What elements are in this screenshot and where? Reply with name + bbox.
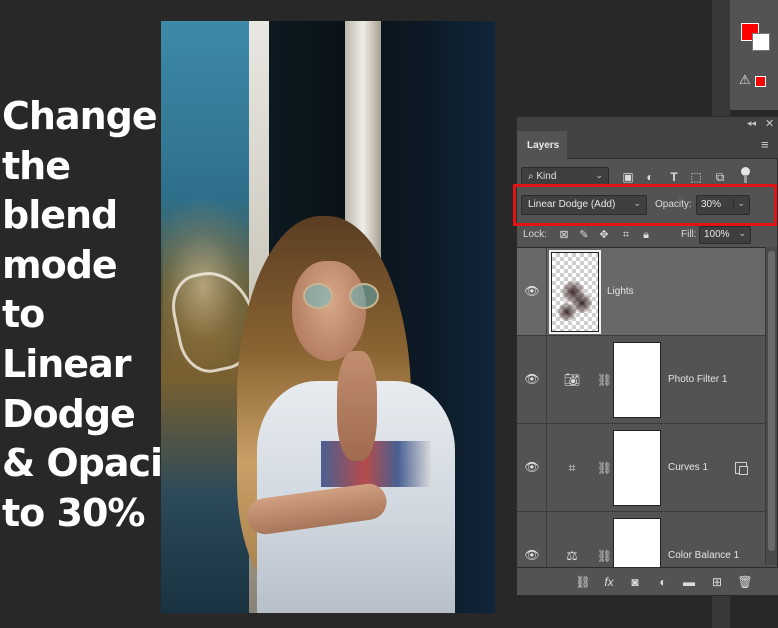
layer-mask-thumbnail[interactable] [613, 518, 661, 567]
chevron-down-icon: ⌄ [595, 170, 603, 180]
instruction-line: & Opacity [2, 441, 204, 486]
fill-input[interactable]: 100% ⌄ [699, 226, 751, 244]
instruction-line: Dodge [2, 391, 136, 436]
lock-label: Lock: [523, 229, 547, 240]
new-layer-icon[interactable]: ⊞ [709, 574, 725, 590]
color-panel [730, 0, 778, 110]
instruction-line: blend [2, 193, 118, 238]
clipping-mask-icon [735, 462, 748, 475]
layers-bottom-toolbar: ⛓︎ fx ◙ ◐ ▬ ⊞ 🗑︎ [517, 567, 778, 595]
layer-row-color-balance[interactable]: 👁︎ ⚖︎ ⛓︎ Color Balance 1 [517, 512, 765, 567]
opacity-label: Opacity: [655, 199, 692, 210]
visibility-cell[interactable]: 👁︎ [517, 424, 547, 512]
canvas-photo[interactable] [161, 21, 495, 613]
balance-icon: ⚖︎ [566, 548, 578, 563]
instruction-line: Change [2, 94, 158, 138]
layer-filter-row: ⌕ Kind ⌄ ▣ ◐ T ⬚ ⧉ [521, 167, 775, 187]
photo-glasses-right [349, 283, 379, 309]
layers-panel: ◂◂ ✕ Layers ≡ ⌕ Kind ⌄ ▣ ◐ T ⬚ ⧉ Linear … [516, 116, 778, 596]
link-layers-icon[interactable]: ⛓︎ [575, 574, 591, 590]
fill-value: 100% [704, 229, 730, 240]
background-color-swatch[interactable] [752, 33, 770, 51]
panel-tab-bar: Layers ≡ [517, 131, 778, 159]
chevron-down-icon: ⌄ [633, 198, 641, 208]
layer-row-curves[interactable]: 👁︎ ⌗ ⛓︎ Curves 1 [517, 424, 765, 512]
layer-thumbnail[interactable] [549, 250, 601, 334]
pixel-filter-icon[interactable]: ▣ [619, 168, 637, 186]
collapse-icon[interactable]: ◂◂ [747, 118, 756, 129]
fill-label: Fill: [681, 229, 697, 240]
lock-row: Lock: ⊠ ✎ ✥ ⌗ 🔒︎ Fill: 100% ⌄ [521, 225, 775, 244]
adjustment-filter-icon[interactable]: ◐ [641, 168, 659, 186]
eye-icon[interactable]: 👁︎ [524, 373, 540, 385]
chevron-down-icon[interactable]: ⌄ [733, 198, 745, 209]
fx-icon[interactable]: fx [601, 574, 617, 590]
photo-face [292, 261, 366, 361]
instruction-line: the [2, 143, 71, 188]
layer-name[interactable]: Curves 1 [668, 462, 708, 473]
lock-brush-icon[interactable]: ✎ [577, 228, 591, 242]
eye-icon[interactable]: 👁︎ [524, 549, 540, 561]
instruction-line: Linear [2, 341, 131, 386]
curves-icon: ⌗ [568, 460, 576, 475]
camera-filter-icon: 📷︎ [563, 372, 581, 387]
layer-list: 👁︎ Lights 👁︎ 📷︎ ⛓︎ Photo Filter 1 👁︎ ⌗ ⛓… [517, 247, 765, 567]
lock-transparency-icon[interactable]: ⊠ [557, 228, 571, 242]
link-icon[interactable]: ⛓︎ [597, 548, 612, 564]
scrollbar-thumb[interactable] [768, 251, 775, 551]
type-filter-icon[interactable]: T [665, 168, 683, 186]
layer-name[interactable]: Color Balance 1 [668, 550, 739, 561]
layer-name[interactable]: Lights [607, 286, 634, 297]
eye-icon[interactable]: 👁︎ [524, 285, 540, 297]
layer-mask-thumbnail[interactable] [613, 430, 661, 506]
adjustment-layer-icon[interactable]: ◐ [655, 574, 671, 590]
chevron-down-icon[interactable]: ⌄ [738, 228, 746, 239]
blend-mode-value: Linear Dodge (Add) [528, 199, 616, 210]
filter-kind-select[interactable]: ⌕ Kind ⌄ [521, 167, 609, 187]
layer-list-scrollbar[interactable] [765, 247, 777, 565]
visibility-cell[interactable]: 👁︎ [517, 248, 547, 336]
opacity-input[interactable]: 30% ⌄ [696, 195, 750, 215]
visibility-cell[interactable]: 👁︎ [517, 512, 547, 567]
layer-mask-thumbnail[interactable] [613, 342, 661, 418]
close-icon[interactable]: ✕ [765, 117, 774, 130]
shape-filter-icon[interactable]: ⬚ [687, 168, 705, 186]
smart-object-filter-icon[interactable]: ⧉ [711, 168, 729, 186]
visibility-cell[interactable]: 👁︎ [517, 336, 547, 424]
warning-icon[interactable]: ⚠ [739, 74, 753, 88]
blend-mode-row: Linear Dodge (Add) ⌄ Opacity: 30% ⌄ [521, 195, 775, 219]
add-mask-icon[interactable]: ◙ [627, 574, 643, 590]
lock-all-icon[interactable]: 🔒︎ [639, 228, 653, 242]
tab-layers[interactable]: Layers [517, 131, 567, 159]
filter-kind-label: Kind [536, 171, 557, 182]
new-group-icon[interactable]: ▬ [681, 574, 697, 590]
gamut-warning-swatch[interactable] [755, 76, 766, 87]
layer-row-photo-filter[interactable]: 👁︎ 📷︎ ⛓︎ Photo Filter 1 [517, 336, 765, 424]
lock-artboard-icon[interactable]: ⌗ [619, 228, 633, 242]
photo-shirt-print [321, 441, 431, 487]
eye-icon[interactable]: 👁︎ [524, 461, 540, 473]
instruction-line: to [2, 292, 45, 337]
link-icon[interactable]: ⛓︎ [597, 372, 612, 388]
panel-title-bar: ◂◂ ✕ [517, 117, 778, 131]
instruction-line: to 30% [2, 490, 145, 535]
photo-glasses-left [303, 283, 333, 309]
layer-name[interactable]: Photo Filter 1 [668, 374, 727, 385]
filter-toggle[interactable] [741, 167, 751, 185]
opacity-value: 30% [701, 199, 722, 210]
photo-hand [337, 351, 377, 461]
lock-position-icon[interactable]: ✥ [597, 228, 611, 242]
panel-menu-icon[interactable]: ≡ [761, 137, 769, 152]
link-icon[interactable]: ⛓︎ [597, 460, 612, 476]
layer-row-lights[interactable]: 👁︎ Lights [517, 248, 765, 336]
blend-mode-select[interactable]: Linear Dodge (Add) ⌄ [521, 195, 647, 215]
instruction-text: Change the blend mode to Linear Dodge & … [2, 92, 204, 538]
instruction-line: mode [2, 242, 118, 287]
trash-icon[interactable]: 🗑︎ [737, 574, 753, 590]
